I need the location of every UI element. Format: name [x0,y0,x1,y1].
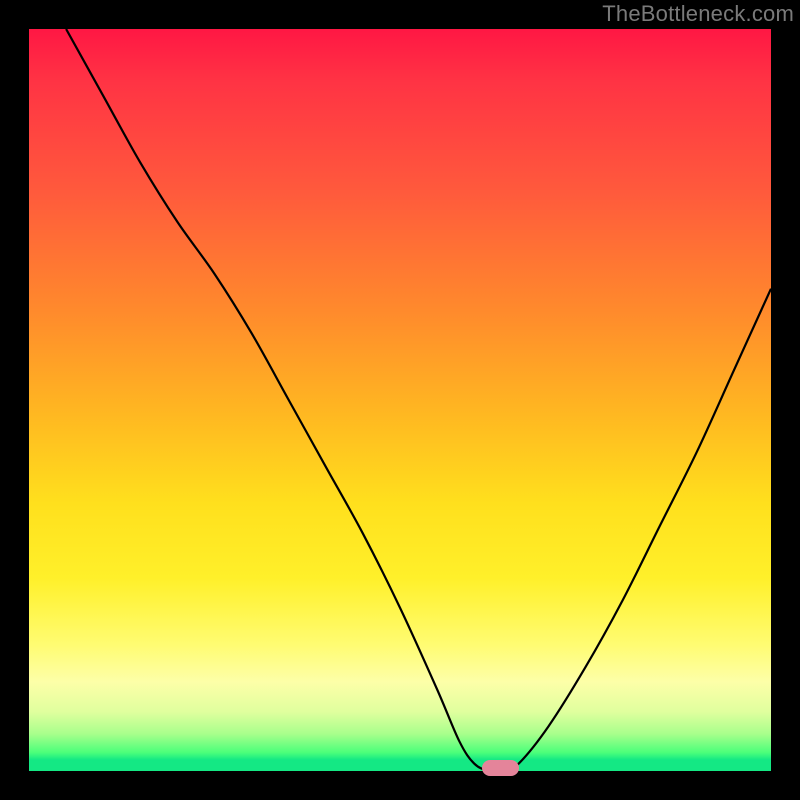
optimal-marker [482,760,519,776]
watermark-text: TheBottleneck.com [602,1,794,27]
chart-container: TheBottleneck.com [0,0,800,800]
gradient-plot-area [29,29,771,771]
